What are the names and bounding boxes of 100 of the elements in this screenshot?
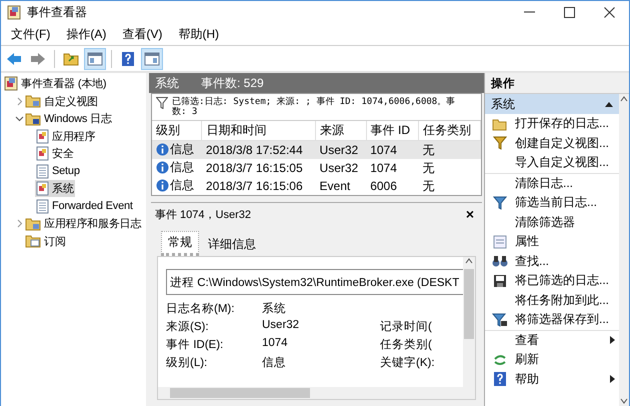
field-value: 系统	[262, 301, 287, 316]
tree-item[interactable]: Setup	[35, 162, 81, 180]
table-cell: 无	[422, 142, 435, 156]
folder-icon	[25, 216, 41, 231]
table-cell: 2018/3/8 17:52:44	[206, 143, 303, 157]
actions-header: 操作	[490, 76, 516, 92]
action-link[interactable]: 打开保存的日志...	[515, 115, 610, 132]
log-icon	[36, 181, 49, 196]
event-row[interactable]: 信息 2018/3/8 17:52:44 User32 1074 无	[152, 140, 480, 159]
help-icon	[493, 371, 507, 388]
table-cell: User32	[320, 143, 358, 157]
tree-item[interactable]: 事件查看器 (本地)	[3, 75, 108, 92]
event-count: 事件数: 529	[201, 74, 264, 92]
tree-item[interactable]: 安全	[35, 145, 75, 162]
event-detail-title: 事件 1074，User32	[155, 208, 251, 222]
action-link[interactable]: 刷新	[515, 351, 539, 368]
log-title: 系统	[155, 74, 179, 92]
menu-item[interactable]: 操作(A)	[58, 26, 114, 42]
action-link[interactable]: 帮助	[515, 370, 539, 388]
refresh-icon	[493, 352, 507, 367]
close-button[interactable]: ×	[462, 206, 478, 222]
action-link[interactable]: 将已筛选的日志...	[515, 272, 610, 290]
message-field[interactable]: 进程 C:\Windows\System32\RuntimeBroker.exe (DESKT	[166, 269, 463, 295]
toolbar-button[interactable]	[141, 48, 163, 70]
action-link[interactable]: 属性	[515, 233, 539, 250]
minimize-icon	[524, 11, 534, 13]
log-icon	[36, 146, 49, 162]
table-cell: User32	[320, 161, 358, 175]
maximize-icon	[564, 6, 574, 18]
log-icon	[36, 164, 49, 179]
action-link[interactable]: 清除日志...	[515, 174, 574, 192]
tree-item[interactable]: Forwarded Event	[35, 198, 134, 215]
tree-item[interactable]: 应用程序	[35, 128, 96, 145]
table-cell: 2018/3/7 16:15:06	[206, 179, 303, 193]
filter-summary: 数: 3	[172, 107, 198, 117]
field-label: 记录时间(	[380, 320, 433, 334]
tree-item[interactable]: Windows 日志	[24, 110, 113, 128]
action-link[interactable]: 创建自定义视图...	[515, 134, 610, 152]
action-link[interactable]: 筛选当前日志...	[515, 194, 598, 212]
action-link[interactable]: 查看	[515, 332, 539, 349]
event-row[interactable]: 信息 2018/3/7 16:15:05 User32 1074 无	[152, 159, 480, 177]
filter-summary: 已筛选:日志: System; 来源: ; 事件 ID: 1074,6006,6008。事	[172, 97, 456, 107]
info-icon	[156, 143, 169, 156]
table-cell: 信息	[170, 141, 194, 158]
back-arrow-icon	[6, 52, 22, 66]
field-value: 1074	[262, 337, 289, 351]
table-cell: 1074	[370, 143, 397, 157]
tree-item[interactable]: 订阅	[24, 232, 67, 250]
field-label: 级别(L):	[166, 356, 208, 370]
action-link[interactable]: 清除筛选器	[515, 214, 575, 231]
field-label: 日志名称(M):	[166, 302, 236, 316]
table-cell: 2018/3/7 16:15:05	[206, 161, 303, 175]
tree-item[interactable]: 应用程序和服务日志	[24, 215, 142, 232]
menu-item[interactable]: 帮助(H)	[170, 26, 227, 42]
filter-icon	[492, 312, 508, 327]
panel-icon	[144, 52, 160, 66]
subscription-icon	[25, 234, 41, 248]
filter-icon	[493, 196, 507, 210]
filter-icon	[156, 97, 168, 109]
event-row[interactable]: 信息 2018/3/7 16:15:06 Event 6006 无	[152, 177, 480, 195]
tab[interactable]: 常规	[161, 231, 199, 256]
vertical-scrollbar[interactable]	[619, 94, 629, 406]
close-icon	[604, 6, 614, 18]
field-label: 任务类别(	[380, 338, 433, 352]
help-icon	[121, 50, 135, 66]
tree-item[interactable]: 系统	[35, 180, 75, 198]
event-viewer-icon	[4, 76, 18, 92]
info-icon	[156, 179, 169, 192]
table-cell: 信息	[170, 177, 194, 194]
action-link[interactable]: 导入自定义视图...	[515, 154, 610, 172]
folder-icon	[63, 51, 79, 66]
table-cell: 1074	[370, 161, 397, 175]
field-label: 来源(S):	[166, 320, 210, 334]
folder-icon	[25, 112, 41, 126]
table-cell: 无	[422, 178, 435, 192]
table-cell: 6006	[370, 179, 397, 193]
horizontal-scrollbar[interactable]	[158, 387, 475, 399]
action-link[interactable]: 将任务附加到此...	[515, 292, 610, 309]
action-link[interactable]: 将筛选器保存到...	[515, 311, 610, 328]
action-link[interactable]: 查找...	[515, 252, 550, 270]
field-value: 信息	[262, 356, 287, 370]
section-header[interactable]: 系统	[485, 94, 619, 114]
binoculars-icon	[492, 254, 508, 268]
window-title: 事件查看器	[27, 4, 87, 20]
field-value: User32	[262, 319, 300, 333]
collapse-arrow-icon	[605, 102, 613, 106]
vertical-scrollbar[interactable]	[463, 257, 475, 387]
tab[interactable]: 详细信息	[201, 231, 263, 256]
forward-arrow-icon	[30, 52, 46, 66]
menu-item[interactable]: 查看(V)	[114, 26, 170, 42]
panel-icon	[87, 52, 103, 66]
info-icon	[156, 161, 169, 174]
table-cell: 无	[422, 160, 435, 174]
properties-icon	[493, 234, 507, 249]
table-cell: Event	[320, 179, 350, 193]
toolbar-button[interactable]	[84, 48, 106, 70]
tree-item[interactable]: 自定义视图	[24, 92, 100, 110]
menu-item[interactable]: 文件(F)	[3, 26, 58, 42]
save-icon	[493, 274, 507, 288]
log-icon	[36, 198, 49, 214]
